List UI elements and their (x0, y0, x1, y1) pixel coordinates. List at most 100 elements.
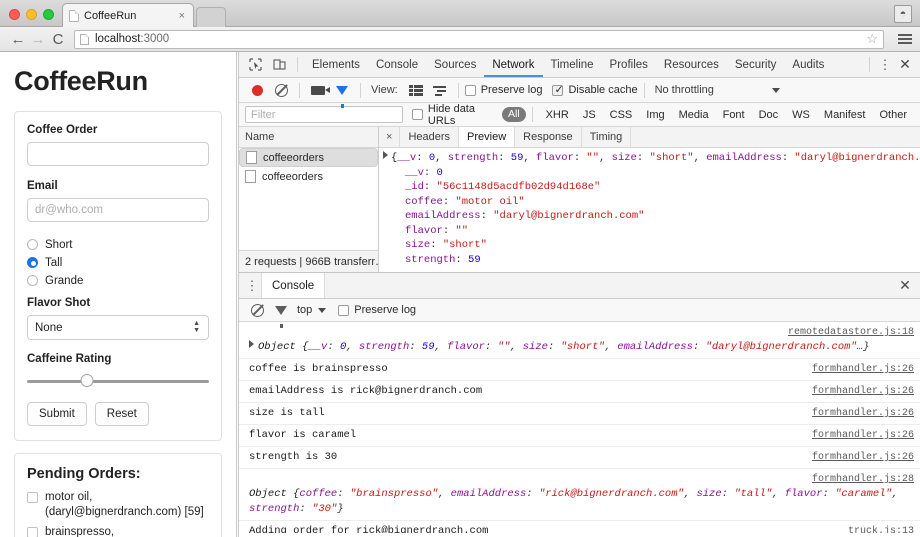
filter-type-doc[interactable]: Doc (759, 109, 779, 121)
throttling-value[interactable]: No throttling (655, 84, 714, 96)
checkbox-icon[interactable] (338, 304, 350, 316)
filter-type-manifest[interactable]: Manifest (824, 109, 866, 121)
expand-triangle-icon[interactable] (383, 151, 388, 159)
size-option-short[interactable]: Short (27, 236, 209, 253)
browser-tab[interactable]: CoffeeRun × (62, 3, 194, 27)
record-icon[interactable] (245, 79, 269, 101)
filter-icon[interactable] (269, 299, 293, 328)
maximize-window-button[interactable] (43, 9, 54, 20)
back-icon[interactable]: ← (8, 32, 28, 47)
device-toolbar-icon[interactable] (267, 54, 291, 76)
tab-sources[interactable]: Sources (426, 52, 484, 77)
address-bar[interactable]: localhost:3000 ☆ (74, 29, 884, 49)
console-source-link[interactable]: truck.js:13 (848, 524, 914, 533)
hide-data-urls-checkbox[interactable]: Hide data URLs (411, 103, 496, 127)
caffeine-rating-slider[interactable] (27, 373, 209, 389)
filter-type-css[interactable]: CSS (610, 109, 633, 121)
close-drawer-icon[interactable]: ✕ (894, 277, 916, 294)
flavor-shot-select[interactable]: None ▲ ▼ (27, 315, 209, 340)
expand-triangle-icon[interactable] (249, 340, 254, 348)
filter-input[interactable] (245, 106, 403, 123)
filter-type-all[interactable]: All (502, 107, 526, 122)
coffee-order-input[interactable] (27, 142, 209, 166)
forward-icon[interactable]: → (28, 32, 48, 47)
tab-audits[interactable]: Audits (784, 52, 832, 77)
radio-icon[interactable] (27, 239, 38, 250)
list-view-icon[interactable] (404, 79, 428, 101)
clear-icon[interactable] (269, 79, 293, 101)
radio-icon[interactable] (27, 275, 38, 286)
console-source-link[interactable]: formhandler.js:26 (812, 450, 914, 465)
console-preserve-log-checkbox[interactable]: Preserve log (338, 304, 416, 316)
console-source-link[interactable]: formhandler.js:26 (812, 362, 914, 377)
radio-icon-selected[interactable] (27, 257, 38, 268)
json-key: flavor (536, 152, 574, 164)
camera-icon[interactable] (306, 79, 330, 101)
console-source-link[interactable]: formhandler.js:28 (812, 472, 914, 487)
console-source-link[interactable]: formhandler.js:26 (812, 428, 914, 443)
menu-icon[interactable] (898, 32, 912, 46)
order-checkbox[interactable] (27, 527, 38, 537)
tab-console-drawer[interactable]: Console (261, 273, 326, 298)
slider-thumb[interactable] (80, 374, 94, 387)
console-source-link[interactable]: formhandler.js:26 (812, 406, 914, 421)
tab-timing[interactable]: Timing (582, 127, 632, 147)
preserve-log-checkbox[interactable]: Preserve log (464, 84, 542, 96)
console-source-link[interactable]: remotedatastore.js:18 (788, 325, 914, 340)
tab-headers[interactable]: Headers (400, 127, 460, 147)
bookmark-star-icon[interactable]: ☆ (866, 31, 878, 47)
minimize-window-button[interactable] (26, 9, 37, 20)
submit-button[interactable]: Submit (27, 402, 87, 426)
filter-type-font[interactable]: Font (723, 109, 745, 121)
close-devtools-icon[interactable]: ✕ (894, 56, 916, 73)
filter-icon[interactable] (330, 79, 354, 108)
checkbox-icon[interactable] (464, 84, 476, 96)
filter-type-js[interactable]: JS (583, 109, 596, 121)
inspect-element-icon[interactable] (243, 54, 267, 76)
drawer-menu-icon[interactable]: ⋮ (243, 279, 261, 292)
tab-timeline[interactable]: Timeline (543, 52, 602, 77)
close-detail-icon[interactable]: × (379, 127, 401, 147)
list-item[interactable]: motor oil, (daryl@bignerdranch.com) [59] (27, 490, 209, 520)
tab-preview[interactable]: Preview (459, 127, 516, 147)
execution-context-value[interactable]: top (297, 304, 312, 316)
waterfall-view-icon[interactable] (428, 79, 452, 101)
table-row[interactable]: coffeeorders (239, 167, 378, 186)
chevron-down-icon[interactable] (771, 87, 780, 93)
devtools-menu-icon[interactable]: ⋮ (876, 58, 894, 71)
tab-security[interactable]: Security (727, 52, 785, 77)
tab-network[interactable]: Network (484, 52, 542, 77)
clear-console-icon[interactable] (245, 299, 269, 321)
new-tab-button[interactable] (196, 7, 226, 27)
console-source-link[interactable]: formhandler.js:26 (812, 384, 914, 399)
json-value: "short" (560, 341, 605, 353)
tab-response[interactable]: Response (515, 127, 582, 147)
filter-type-ws[interactable]: WS (792, 109, 810, 121)
console-prompt[interactable]: › (239, 533, 920, 537)
disable-cache-checkbox[interactable]: Disable cache (552, 83, 638, 96)
filter-type-media[interactable]: Media (679, 109, 709, 121)
close-tab-icon[interactable]: × (177, 10, 187, 22)
preview-summary-line[interactable]: {__v: 0, strength: 59, flavor: "", size:… (383, 151, 920, 166)
filter-type-other[interactable]: Other (879, 109, 907, 121)
table-row[interactable]: coffeeorders (239, 148, 378, 167)
checkbox-icon-checked[interactable] (552, 83, 564, 96)
tab-profiles[interactable]: Profiles (602, 52, 656, 77)
email-field[interactable] (27, 198, 209, 222)
profile-icon[interactable]: ◓ (894, 5, 912, 23)
tab-console[interactable]: Console (368, 52, 426, 77)
reload-icon[interactable]: C (48, 32, 68, 47)
reset-button[interactable]: Reset (94, 402, 149, 426)
size-option-tall[interactable]: Tall (27, 254, 209, 271)
tab-elements[interactable]: Elements (304, 52, 368, 77)
list-item[interactable]: brainspresso, (rick@bignerdranch.com) [3… (27, 525, 209, 537)
order-checkbox[interactable] (27, 492, 38, 503)
filter-type-img[interactable]: Img (646, 109, 664, 121)
checkbox-icon[interactable] (411, 109, 423, 120)
close-window-button[interactable] (9, 9, 20, 20)
tab-resources[interactable]: Resources (656, 52, 727, 77)
size-option-grande[interactable]: Grande (27, 272, 209, 289)
filter-type-xhr[interactable]: XHR (546, 109, 569, 121)
chevron-down-icon[interactable] (318, 307, 327, 313)
json-key: size (696, 488, 722, 500)
